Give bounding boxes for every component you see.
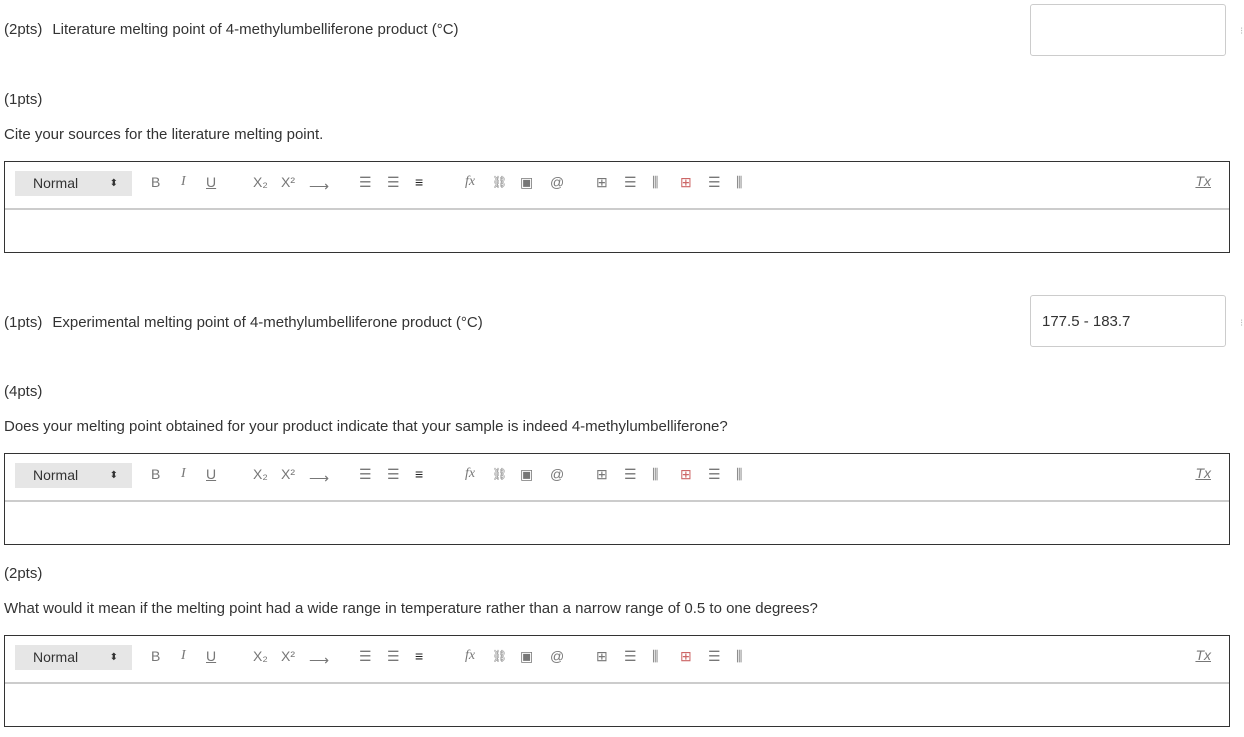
points: (2pts) (4, 21, 43, 38)
delete-column-icon[interactable]: ⫼ (736, 464, 742, 484)
link-icon[interactable]: ⛓ (492, 646, 507, 666)
editor-body[interactable] (5, 684, 1229, 728)
question-text: Literature melting point of 4-methylumbe… (52, 21, 459, 38)
underline-button[interactable]: U (206, 172, 216, 192)
link-icon[interactable]: ⛓ (492, 172, 507, 192)
attachment-icon[interactable]: @ (550, 172, 564, 192)
updown-icon: ⬍ (109, 652, 118, 663)
points: (1pts) (4, 314, 43, 331)
subscript-button[interactable]: X₂ (253, 172, 268, 192)
ordered-list-icon[interactable]: ☰ (359, 464, 372, 484)
format-label: Normal (33, 467, 79, 483)
bullet-list-icon[interactable]: ☰ (387, 172, 400, 192)
question-text: Does your melting point obtained for you… (4, 418, 728, 435)
ordered-list-icon[interactable]: ☰ (359, 172, 372, 192)
table-icon[interactable]: ⊞ (596, 464, 608, 484)
superscript-button[interactable]: X² (281, 464, 295, 484)
link-icon[interactable]: ⛓ (492, 464, 507, 484)
points: (4pts) (4, 383, 43, 400)
image-icon[interactable]: ▣ (520, 172, 533, 192)
delete-table-icon[interactable]: ⊞ (680, 172, 692, 192)
arrow-icon[interactable]: ⟶ (309, 176, 329, 196)
points: (1pts) (4, 91, 43, 108)
handle-icon: ⁝ (1240, 318, 1244, 329)
question-3: (1pts) Experimental melting point of 4-me… (4, 314, 483, 331)
format-select[interactable]: Normal ⬍ (15, 171, 132, 196)
editor-body[interactable] (5, 210, 1229, 254)
rich-text-editor[interactable]: Normal ⬍ B I U X₂ X² ⟶ ☰ ☰ ≡ fx ⛓ ▣ @ ⊞ ☰… (4, 453, 1230, 545)
handle-icon: ⁝ (1240, 26, 1244, 37)
delete-table-icon[interactable]: ⊞ (680, 464, 692, 484)
format-select[interactable]: Normal ⬍ (15, 645, 132, 670)
delete-column-icon[interactable]: ⫼ (736, 172, 742, 192)
formula-icon[interactable]: fx (465, 646, 475, 666)
arrow-icon[interactable]: ⟶ (309, 468, 329, 488)
editor-toolbar: Normal ⬍ B I U X₂ X² ⟶ ☰ ☰ ≡ fx ⛓ ▣ @ ⊞ ☰… (5, 162, 1229, 210)
arrow-icon[interactable]: ⟶ (309, 650, 329, 670)
updown-icon: ⬍ (109, 470, 118, 481)
question-text: What would it mean if the melting point … (4, 600, 818, 617)
editor-toolbar: Normal ⬍ B I U X₂ X² ⟶ ☰ ☰ ≡ fx ⛓ ▣ @ ⊞ ☰… (5, 636, 1229, 684)
bullet-list-icon[interactable]: ☰ (387, 646, 400, 666)
attachment-icon[interactable]: @ (550, 464, 564, 484)
bold-button[interactable]: B (151, 172, 160, 192)
question-1: (2pts) Literature melting point of 4-meth… (4, 21, 459, 38)
answer-input-experimental-mp[interactable]: 177.5 - 183.7 (1030, 295, 1226, 347)
delete-row-icon[interactable]: ☰ (708, 646, 721, 666)
updown-icon: ⬍ (109, 178, 118, 189)
question-text: Experimental melting point of 4-methylum… (52, 314, 483, 331)
editor-body[interactable] (5, 502, 1229, 546)
formula-icon[interactable]: fx (465, 172, 475, 192)
italic-button[interactable]: I (181, 646, 186, 666)
ordered-list-icon[interactable]: ☰ (359, 646, 372, 666)
insert-row-icon[interactable]: ☰ (624, 172, 637, 192)
answer-input-literature-mp[interactable] (1030, 4, 1226, 56)
align-icon[interactable]: ≡ (415, 464, 423, 484)
insert-column-icon[interactable]: ⫼ (652, 646, 658, 666)
image-icon[interactable]: ▣ (520, 646, 533, 666)
image-icon[interactable]: ▣ (520, 464, 533, 484)
superscript-button[interactable]: X² (281, 172, 295, 192)
delete-row-icon[interactable]: ☰ (708, 464, 721, 484)
rich-text-editor[interactable]: Normal ⬍ B I U X₂ X² ⟶ ☰ ☰ ≡ fx ⛓ ▣ @ ⊞ ☰… (4, 635, 1230, 727)
underline-button[interactable]: U (206, 464, 216, 484)
clear-format-button[interactable]: Tx (1195, 465, 1211, 481)
question-text: Cite your sources for the literature mel… (4, 126, 324, 143)
insert-row-icon[interactable]: ☰ (624, 646, 637, 666)
bold-button[interactable]: B (151, 646, 160, 666)
formula-icon[interactable]: fx (465, 464, 475, 484)
bullet-list-icon[interactable]: ☰ (387, 464, 400, 484)
underline-button[interactable]: U (206, 646, 216, 666)
table-icon[interactable]: ⊞ (596, 172, 608, 192)
format-select[interactable]: Normal ⬍ (15, 463, 132, 488)
delete-column-icon[interactable]: ⫼ (736, 646, 742, 666)
insert-row-icon[interactable]: ☰ (624, 464, 637, 484)
insert-column-icon[interactable]: ⫼ (652, 172, 658, 192)
format-label: Normal (33, 175, 79, 191)
clear-format-button[interactable]: Tx (1195, 647, 1211, 663)
italic-button[interactable]: I (181, 172, 186, 192)
points: (2pts) (4, 565, 43, 582)
rich-text-editor[interactable]: Normal ⬍ B I U X₂ X² ⟶ ☰ ☰ ≡ fx ⛓ ▣ @ ⊞ ☰… (4, 161, 1230, 253)
align-icon[interactable]: ≡ (415, 172, 423, 192)
superscript-button[interactable]: X² (281, 646, 295, 666)
attachment-icon[interactable]: @ (550, 646, 564, 666)
clear-format-button[interactable]: Tx (1195, 173, 1211, 189)
subscript-button[interactable]: X₂ (253, 646, 268, 666)
bold-button[interactable]: B (151, 464, 160, 484)
subscript-button[interactable]: X₂ (253, 464, 268, 484)
align-icon[interactable]: ≡ (415, 646, 423, 666)
table-icon[interactable]: ⊞ (596, 646, 608, 666)
delete-table-icon[interactable]: ⊞ (680, 646, 692, 666)
delete-row-icon[interactable]: ☰ (708, 172, 721, 192)
insert-column-icon[interactable]: ⫼ (652, 464, 658, 484)
italic-button[interactable]: I (181, 464, 186, 484)
format-label: Normal (33, 649, 79, 665)
editor-toolbar: Normal ⬍ B I U X₂ X² ⟶ ☰ ☰ ≡ fx ⛓ ▣ @ ⊞ ☰… (5, 454, 1229, 502)
